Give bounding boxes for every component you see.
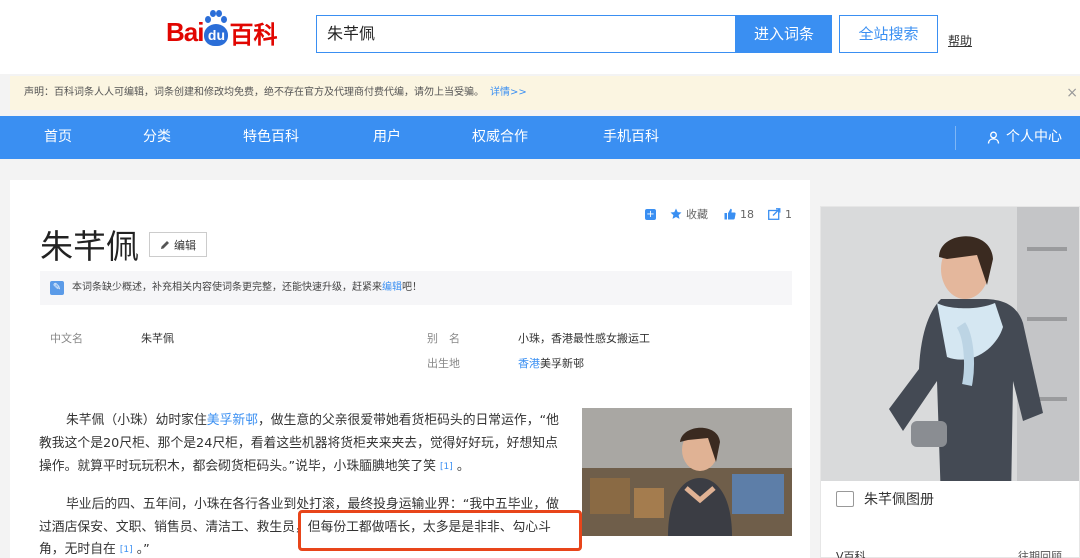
page-title: 朱芊佩 [40,227,139,266]
info-key-birthplace: 出生地 [427,357,460,370]
image-gallery-icon [836,491,854,507]
nav-item-mobile[interactable]: 手机百科 [603,116,659,159]
close-icon[interactable]: × [1066,76,1078,110]
likes-count: 18 [740,207,754,221]
tip-edit-link[interactable]: 编辑 [382,282,402,293]
nav-item-featured[interactable]: 特色百科 [243,116,299,159]
gallery-label: 朱芊佩图册 [864,492,934,508]
notice-text: 声明：百科词条人人可编辑，词条创建和修改均免费，绝不存在官方及代理商付费代编，请… [24,87,484,98]
meifoo-link[interactable]: 美孚新邨 [207,413,258,428]
logo-du: du [207,27,226,43]
photo-gallery-link[interactable]: 朱芊佩图册 [836,489,934,509]
nav-divider [955,126,956,150]
logo-bai: Bai [166,16,204,47]
collect-label[interactable]: 收藏 [686,206,708,222]
thumb-up-icon[interactable] [724,208,736,220]
nav-item-category[interactable]: 分类 [143,116,171,159]
plus-icon[interactable]: + [645,208,656,220]
logo-paw-icon: du [204,10,229,46]
user-center-label: 个人中心 [1006,129,1062,145]
tip-text: 本词条缺少概述，补充相关内容使词条更完整，还能快速升级，赶紧来编辑吧！ [72,282,422,293]
shares-count: 1 [785,207,792,221]
nav-item-partners[interactable]: 权威合作 [472,116,528,159]
nav-user-center[interactable]: 个人中心 [987,116,1062,159]
nav-item-home[interactable]: 首页 [44,116,72,159]
summary-tip: ✎ 本词条缺少概述，补充相关内容使词条更完整，还能快速升级，赶紧来编辑吧！ [40,271,792,305]
user-icon [987,131,1000,144]
highlight-annotation [298,510,582,551]
info-val-chinese-name: 朱芊佩 [141,332,174,345]
info-val-birthplace: 香港美孚新邨 [518,357,584,370]
vbaike-label: V百科 [836,550,866,558]
share-icon[interactable] [768,208,781,220]
profile-photo-art [821,207,1079,481]
birthplace-link[interactable]: 香港 [518,357,540,370]
header-bar: Bai du 百科 朱芊佩 进入词条 全站搜索 帮助 [0,0,1080,74]
pencil-icon [161,240,169,249]
star-icon[interactable] [670,208,682,220]
logo-baike: 百科 [229,21,278,49]
profile-photo[interactable] [821,207,1079,481]
edit-label: 编辑 [174,238,196,252]
edit-button[interactable]: 编辑 [149,232,207,257]
article-photo[interactable] [582,408,792,536]
para2-line3: 角，无时自在 [1] 。” [39,542,150,557]
help-link[interactable]: 帮助 [948,32,972,49]
enter-entry-button[interactable]: 进入词条 [736,15,832,53]
past-review-link[interactable]: 往期回顾 [1018,548,1062,558]
reference-1[interactable]: [1] [440,462,453,472]
notice-bar: 声明：百科词条人人可编辑，词条创建和修改均免费，绝不存在官方及代理商付费代编，请… [10,76,1080,110]
info-key-chinese-name: 中文名 [50,332,83,345]
site-search-button[interactable]: 全站搜索 [839,15,938,53]
paw-prints [204,10,228,24]
search-input[interactable]: 朱芊佩 [316,15,736,53]
article-photo-art [582,408,792,536]
notice-detail-link[interactable]: 详情>> [490,87,527,98]
baidu-baike-logo[interactable]: Bai du 百科 [166,10,278,52]
nav-item-users[interactable]: 用户 [373,116,401,159]
info-val-alias: 小珠，香港最性感女搬运工 [518,332,650,345]
article-tools: + 收藏 18 1 [645,206,792,222]
reference-1b[interactable]: [1] [120,545,133,555]
main-nav: 首页 分类 特色百科 用户 权威合作 手机百科 个人中心 [0,116,1080,159]
info-key-alias: 别 名 [427,332,460,345]
pencil-note-icon: ✎ [50,281,64,295]
para1-line3: 操作。就算平时玩玩积木，都会砌货柜码头。”说毕，小珠腼腆地笑了笑 [1] 。 [39,459,470,474]
